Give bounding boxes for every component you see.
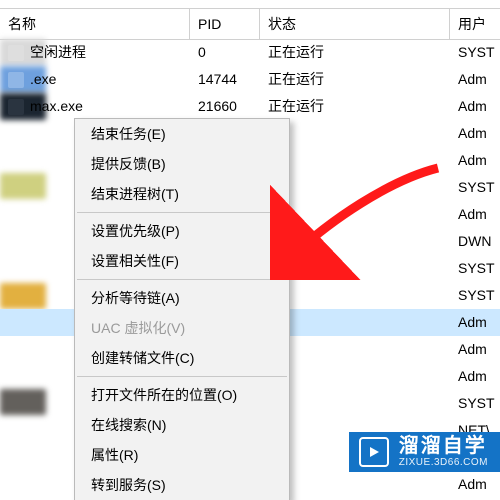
table-row[interactable]: max.exe 21660正在运行Adm <box>0 93 500 120</box>
menu-item[interactable]: 在线搜索(N) <box>75 410 289 440</box>
context-menu: 结束任务(E) 提供反馈(B) 结束进程树(T) 设置优先级(P) 设置相关性(F) 分析… <box>74 118 290 500</box>
menu-item[interactable]: 分析等待链(A) <box>75 283 289 313</box>
menu-item[interactable]: 设置优先级(P) <box>75 216 289 246</box>
cell-status: 正在运行 <box>260 39 450 66</box>
cell-user: Adm <box>450 336 500 363</box>
cell-name: max.exe <box>0 93 190 120</box>
menu-item[interactable]: 结束进程树(T) <box>75 179 289 209</box>
task-manager-details-view: 名称 PID 状态 用户 空闲进程0正在运行SYST.exe14744正在运行A… <box>0 0 500 500</box>
menu-item-label: 设置相关性(F) <box>91 253 179 269</box>
menu-item-label: 属性(R) <box>91 447 138 463</box>
column-headers: 名称 PID 状态 用户 <box>0 8 500 40</box>
menu-item: UAC 虚拟化(V) <box>75 313 289 343</box>
menu-separator <box>77 376 287 377</box>
menu-item[interactable]: 转到服务(S) <box>75 470 289 500</box>
cell-user: SYST <box>450 390 500 417</box>
table-row[interactable]: .exe 14744正在运行Adm <box>0 66 500 93</box>
cell-user: Adm <box>450 363 500 390</box>
menu-item[interactable]: 属性(R) <box>75 440 289 470</box>
process-icon <box>8 99 24 115</box>
menu-separator <box>77 279 287 280</box>
cell-name-text: max.exe <box>30 93 83 120</box>
play-logo-icon <box>359 437 389 467</box>
cell-status: 正在运行 <box>260 66 450 93</box>
column-header-user[interactable]: 用户 <box>450 9 500 39</box>
cell-pid: 21660 <box>190 93 260 120</box>
menu-item-label: 结束任务(E) <box>91 126 166 142</box>
menu-item[interactable]: 创建转储文件(C) <box>75 343 289 373</box>
menu-item[interactable]: 提供反馈(B) <box>75 149 289 179</box>
menu-item-label: 提供反馈(B) <box>91 156 166 172</box>
cell-user: SYST <box>450 174 500 201</box>
menu-item-label: 分析等待链(A) <box>91 290 180 306</box>
table-row[interactable]: 空闲进程 0正在运行SYST <box>0 39 500 66</box>
column-header-name[interactable]: 名称 <box>0 9 190 39</box>
cell-name: .exe <box>0 66 190 93</box>
cell-user: Adm <box>450 309 500 336</box>
menu-item-label: 打开文件所在的位置(O) <box>91 387 237 403</box>
cell-user: Adm <box>450 147 500 174</box>
cell-user: Adm <box>450 93 500 120</box>
menu-item-label: UAC 虚拟化(V) <box>91 320 185 336</box>
submenu-arrow-icon <box>273 224 279 234</box>
top-spacer <box>0 0 500 8</box>
cell-user: SYST <box>450 39 500 66</box>
menu-item-label: 创建转储文件(C) <box>91 350 194 366</box>
cell-user: Adm <box>450 120 500 147</box>
column-header-status[interactable]: 状态 <box>260 9 450 39</box>
menu-item-label: 设置优先级(P) <box>91 223 180 239</box>
process-icon <box>8 45 24 61</box>
process-icon <box>8 72 24 88</box>
cell-pid: 0 <box>190 39 260 66</box>
column-header-pid[interactable]: PID <box>190 9 260 39</box>
cell-user: Adm <box>450 66 500 93</box>
menu-item[interactable]: 结束任务(E) <box>75 119 289 149</box>
cell-user: Adm <box>450 201 500 228</box>
cell-user: Adm <box>450 471 500 498</box>
menu-item-label: 结束进程树(T) <box>91 186 179 202</box>
watermark-text: 溜溜自学 ZIXUE.3D66.COM <box>399 436 488 468</box>
cell-name-text: 空闲进程 <box>30 39 86 66</box>
cell-pid: 14744 <box>190 66 260 93</box>
menu-separator <box>77 212 287 213</box>
menu-item-label: 转到服务(S) <box>91 477 166 493</box>
menu-item[interactable]: 打开文件所在的位置(O) <box>75 380 289 410</box>
cell-status: 正在运行 <box>260 93 450 120</box>
cell-user: SYST <box>450 282 500 309</box>
menu-item-label: 在线搜索(N) <box>91 417 166 433</box>
cell-name: 空闲进程 <box>0 39 190 66</box>
cell-user: DWN <box>450 228 500 255</box>
menu-item[interactable]: 设置相关性(F) <box>75 246 289 276</box>
cell-name-text: .exe <box>30 66 56 93</box>
cell-user: SYST <box>450 255 500 282</box>
watermark-badge: 溜溜自学 ZIXUE.3D66.COM <box>349 432 500 472</box>
